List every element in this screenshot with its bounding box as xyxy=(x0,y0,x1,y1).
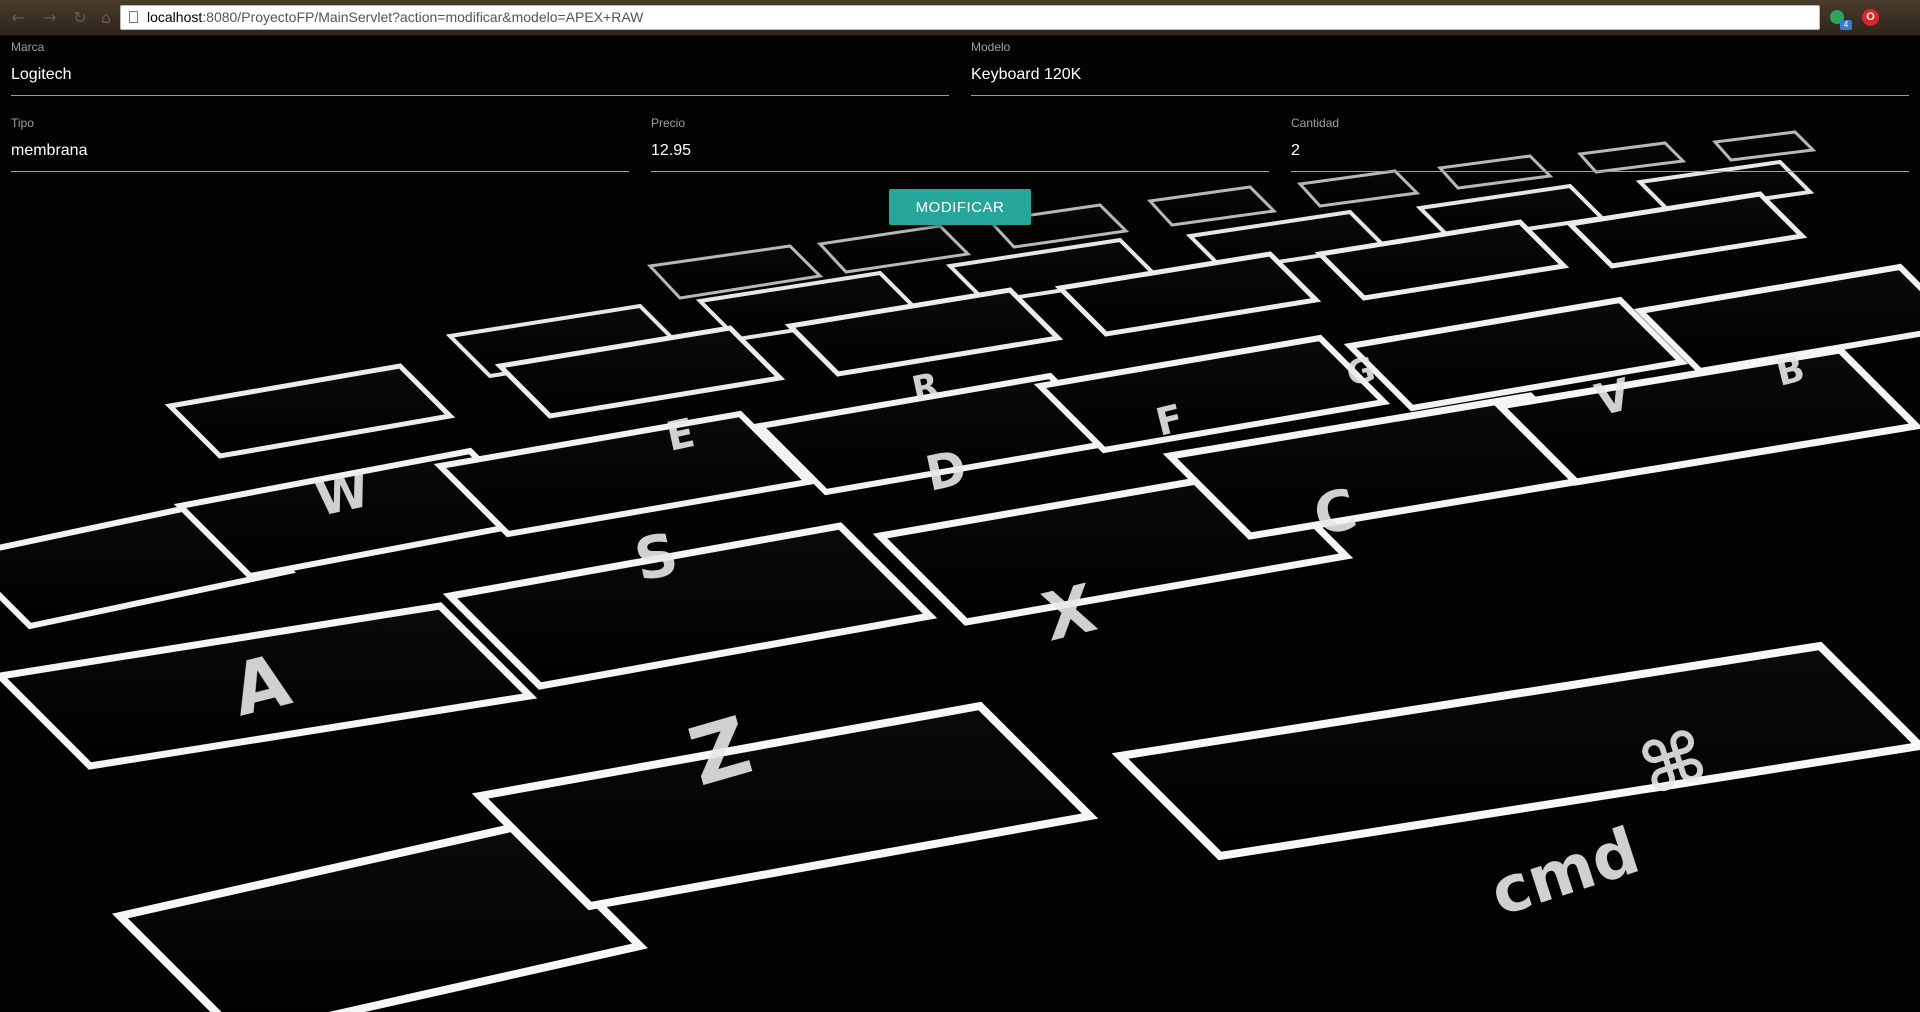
reload-icon[interactable]: ↻ xyxy=(70,8,90,28)
cantidad-field: Cantidad xyxy=(1291,112,1909,172)
modelo-field: Modelo xyxy=(971,36,1909,96)
keyboard-background-image: D C X S W E R F G V B A Z cmd ⌘ xyxy=(0,36,1920,1012)
address-bar[interactable]: localhost:8080/ProyectoFP/MainServlet?ac… xyxy=(120,5,1820,30)
url-path: :8080/ProyectoFP/MainServlet?action=modi… xyxy=(202,9,644,25)
cantidad-input[interactable] xyxy=(1291,140,1909,162)
cantidad-label: Cantidad xyxy=(1291,116,1340,130)
opera-icon[interactable]: O xyxy=(1862,9,1879,26)
page-icon xyxy=(129,11,138,23)
precio-label: Precio xyxy=(651,116,686,130)
home-icon[interactable]: ⌂ xyxy=(96,8,116,28)
modelo-input[interactable] xyxy=(971,64,1909,86)
modelo-label: Modelo xyxy=(971,40,1011,54)
forward-icon[interactable]: → xyxy=(40,8,60,28)
marca-label: Marca xyxy=(11,40,45,54)
tipo-input[interactable] xyxy=(11,140,629,162)
marca-input[interactable] xyxy=(11,64,949,86)
back-icon[interactable]: ← xyxy=(8,8,28,28)
extension-badge: 4 xyxy=(1840,20,1852,30)
precio-input[interactable] xyxy=(651,140,1269,162)
tipo-label: Tipo xyxy=(11,116,34,130)
modificar-button[interactable]: MODIFICAR xyxy=(889,189,1031,225)
browser-toolbar: ← → ↻ ⌂ localhost:8080/ProyectoFP/MainSe… xyxy=(0,0,1920,36)
precio-field: Precio xyxy=(651,112,1269,172)
page-content: D C X S W E R F G V B A Z cmd ⌘ Marca Mo… xyxy=(0,36,1920,1012)
marca-field: Marca xyxy=(11,36,949,96)
url-host: localhost xyxy=(147,9,203,25)
tipo-field: Tipo xyxy=(11,112,629,172)
